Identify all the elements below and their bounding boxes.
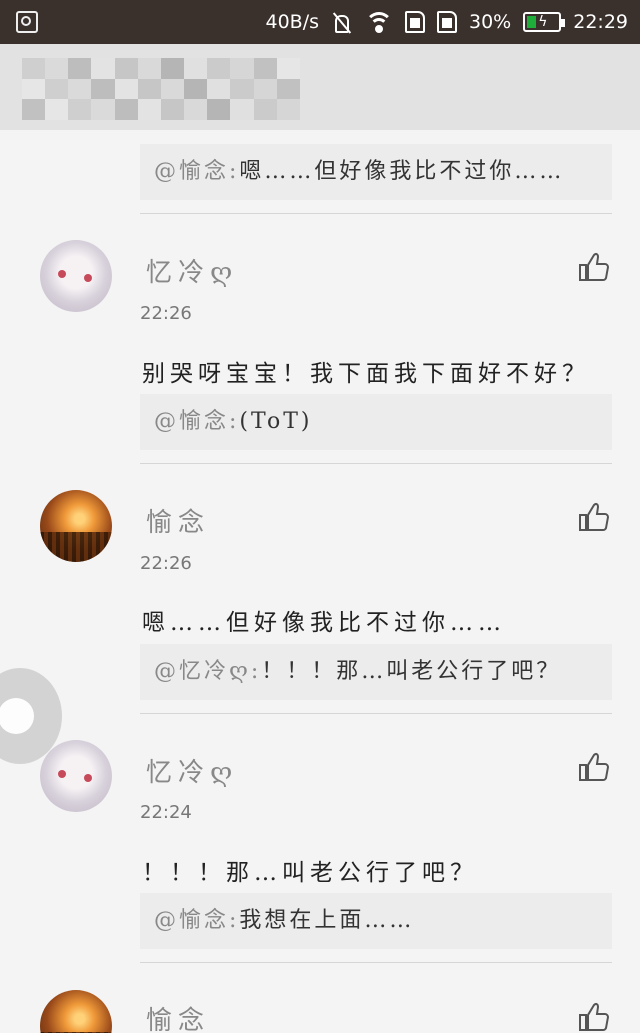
- comment-time: 22:24: [140, 802, 192, 823]
- divider: [140, 962, 612, 963]
- blur-pixel: [184, 78, 208, 100]
- status-icons: 40B/s 30% ϟ 22:29: [265, 0, 628, 44]
- blur-pixel: [184, 99, 208, 120]
- blur-pixel: [160, 78, 185, 100]
- mute-icon: [331, 12, 353, 33]
- network-speed: 40B/s: [265, 11, 319, 33]
- comment-text[interactable]: ！！！那…叫老公行了吧？: [142, 853, 478, 887]
- blur-pixel: [68, 78, 92, 100]
- comment-username[interactable]: 愉念: [146, 1000, 210, 1033]
- blur-pixel: [137, 58, 161, 79]
- reply-mention: @愉念:: [154, 159, 240, 184]
- comment-username[interactable]: 忆冷ღ: [146, 752, 238, 789]
- blur-pixel: [253, 78, 277, 100]
- reply-box[interactable]: @忆冷ღ:！！！那…叫老公行了吧？: [140, 644, 612, 700]
- reply-content: ！！！那…叫老公行了吧？: [261, 659, 562, 684]
- reply-box[interactable]: @愉念:(ToT): [140, 394, 612, 450]
- blur-pixel: [160, 99, 185, 120]
- charging-bolt-icon: ϟ: [538, 14, 548, 30]
- blur-pixel: [114, 99, 138, 120]
- page-header: [0, 44, 640, 130]
- blur-pixel: [114, 78, 138, 100]
- reply-content: 我想在上面……: [239, 908, 415, 933]
- blur-pixel: [45, 58, 69, 79]
- blur-pixel: [137, 99, 161, 120]
- thumbs-up-icon[interactable]: [578, 1002, 610, 1032]
- reply-content: (ToT): [239, 409, 313, 434]
- comment-username[interactable]: 忆冷ღ: [146, 252, 238, 289]
- blur-pixel: [230, 78, 254, 100]
- blur-pixel: [91, 99, 115, 120]
- blur-pixel: [22, 78, 46, 100]
- blur-pixel: [276, 58, 300, 79]
- avatar[interactable]: [40, 240, 112, 312]
- status-bar: 40B/s 30% ϟ 22:29: [0, 0, 640, 44]
- divider: [140, 213, 612, 214]
- blur-pixel: [276, 78, 300, 100]
- battery-icon: ϟ: [523, 12, 566, 32]
- blur-pixel: [184, 58, 208, 79]
- blur-pixel: [91, 78, 115, 100]
- divider: [140, 463, 612, 464]
- blur-pixel: [45, 78, 69, 100]
- comment-time: 22:26: [140, 553, 192, 574]
- reply-text: @愉念:我想在上面……: [154, 893, 414, 949]
- blur-pixel: [253, 58, 277, 79]
- avatar[interactable]: [40, 490, 112, 562]
- sim-card-icon: [405, 11, 425, 33]
- blur-pixel: [91, 58, 115, 79]
- blur-pixel: [45, 99, 69, 120]
- image-icon: [16, 11, 38, 33]
- blurred-title: [22, 58, 300, 120]
- divider: [140, 713, 612, 714]
- blur-pixel: [114, 58, 138, 79]
- reply-text: @愉念:嗯……但好像我比不过你……: [154, 144, 564, 200]
- blur-pixel: [230, 58, 254, 79]
- blur-pixel: [22, 99, 46, 120]
- blur-pixel: [22, 58, 46, 79]
- reply-mention: @忆冷ღ:: [154, 659, 262, 684]
- blur-pixel: [68, 58, 92, 79]
- reply-box[interactable]: @愉念:嗯……但好像我比不过你……: [140, 144, 612, 200]
- avatar[interactable]: [40, 740, 112, 812]
- comment-username[interactable]: 愉念: [146, 502, 210, 539]
- blur-pixel: [207, 99, 231, 120]
- blur-pixel: [137, 78, 161, 100]
- sim-card-2-icon: [437, 11, 457, 33]
- blur-pixel: [207, 78, 231, 100]
- blur-pixel: [160, 58, 185, 79]
- thumbs-up-icon[interactable]: [578, 752, 610, 782]
- thumbs-up-icon[interactable]: [578, 252, 610, 282]
- blur-pixel: [68, 99, 92, 120]
- wifi-icon: [365, 11, 393, 33]
- blur-pixel: [253, 99, 277, 120]
- battery-percent: 30%: [469, 11, 512, 33]
- comment-text[interactable]: 嗯……但好像我比不过你……: [142, 603, 506, 637]
- battery-level-fill: [527, 16, 537, 28]
- avatar[interactable]: [40, 990, 112, 1033]
- blur-pixel: [230, 99, 254, 120]
- comment-time: 22:26: [140, 303, 192, 324]
- comment-text[interactable]: 别哭呀宝宝！我下面我下面好不好？: [142, 354, 590, 388]
- reply-text: @愉念:(ToT): [154, 394, 312, 450]
- reply-mention: @愉念:: [154, 409, 240, 434]
- reply-mention: @愉念:: [154, 908, 240, 933]
- reply-content: 嗯……但好像我比不过你……: [239, 159, 565, 184]
- blur-pixel: [207, 58, 231, 79]
- reply-text: @忆冷ღ:！！！那…叫老公行了吧？: [154, 644, 561, 700]
- thumbs-up-icon[interactable]: [578, 502, 610, 532]
- blur-pixel: [276, 99, 300, 120]
- clock: 22:29: [573, 11, 628, 33]
- reply-box[interactable]: @愉念:我想在上面……: [140, 893, 612, 949]
